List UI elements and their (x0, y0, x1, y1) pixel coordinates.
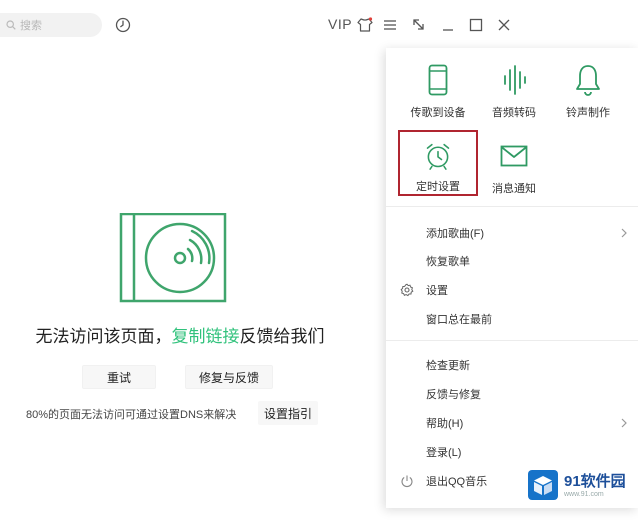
retry-button[interactable]: 重试 (82, 365, 156, 389)
alarm-clock-icon (426, 143, 450, 170)
search-input[interactable]: 搜索 (0, 13, 102, 37)
menu-grid-transfer-to-device[interactable]: 传歌到设备 (400, 52, 476, 128)
menu-item-restore-playlist[interactable]: 恢复歌单 (386, 248, 638, 274)
search-icon (6, 20, 16, 30)
dns-tip-text: 80%的页面无法访问可通过设置DNS来解决 (26, 409, 237, 421)
minimize-icon[interactable] (439, 16, 457, 34)
error-title-text: 无法访问该页面， (35, 327, 172, 346)
power-icon (401, 475, 413, 488)
box-icon (534, 476, 552, 495)
menu-item-label: 恢复歌单 (426, 256, 470, 268)
menu-item-label: 设置 (426, 285, 448, 297)
menu-item-always-on-top[interactable]: 窗口总在最前 (386, 306, 638, 332)
menu-item-label: 帮助(H) (426, 418, 464, 430)
menu-item-label: 添加歌曲(F) (426, 228, 485, 240)
phone-icon (428, 64, 448, 96)
error-title-suffix: 反馈给我们 (239, 327, 325, 346)
menu-item-label: 检查更新 (426, 360, 470, 372)
menu-grid-label: 消息通知 (492, 183, 536, 195)
copy-link[interactable]: 复制链接 (172, 327, 240, 346)
menu-item-login[interactable]: 登录(L) (386, 439, 638, 465)
close-icon[interactable] (495, 16, 513, 34)
menu-item-label: 窗口总在最前 (426, 314, 492, 326)
menu-grid-label: 传歌到设备 (410, 107, 466, 119)
menu-grid-label: 定时设置 (416, 181, 460, 193)
bell-icon (576, 65, 600, 96)
menu-item-feedback-repair[interactable]: 反馈与修复 (386, 381, 638, 407)
error-title: 无法访问该页面，复制链接反馈给我们 (0, 322, 360, 347)
maximize-icon[interactable] (467, 16, 485, 34)
main-dropdown-menu: 传歌到设备 音频转码 铃声制作 定时设置 消息通知 添加歌曲(F) 恢复歌单 设… (386, 48, 638, 508)
menu-item-label: 反馈与修复 (426, 389, 481, 401)
mini-mode-icon[interactable] (410, 16, 428, 34)
main-menu-icon[interactable] (381, 16, 399, 34)
vip-button[interactable]: VIP (328, 16, 352, 32)
repair-feedback-button[interactable]: 修复与反馈 (185, 365, 273, 389)
waveform-icon (504, 65, 526, 95)
cd-illustration-icon (119, 213, 227, 303)
menu-grid-timer-setting[interactable]: 定时设置 (398, 130, 478, 196)
menu-grid-label: 音频转码 (492, 107, 536, 119)
watermark-logo (528, 470, 558, 500)
menu-divider (386, 340, 638, 341)
menu-grid-ringtone-maker[interactable]: 铃声制作 (550, 52, 626, 128)
menu-grid-message-notification[interactable]: 消息通知 (476, 128, 552, 204)
search-placeholder: 搜索 (20, 20, 42, 32)
menu-item-settings[interactable]: 设置 (386, 277, 638, 303)
menu-grid-label: 铃声制作 (566, 107, 610, 119)
menu-item-label: 退出QQ音乐 (426, 476, 488, 488)
menu-item-help[interactable]: 帮助(H) (386, 410, 638, 436)
chevron-right-icon (621, 418, 627, 428)
gear-icon (400, 283, 414, 297)
history-icon[interactable] (114, 16, 132, 34)
menu-item-add-songs[interactable]: 添加歌曲(F) (386, 220, 638, 246)
chevron-right-icon (621, 228, 627, 238)
menu-item-label: 登录(L) (426, 447, 462, 459)
setup-guide-button[interactable]: 设置指引 (258, 401, 318, 425)
mail-icon (500, 145, 528, 167)
menu-grid-audio-convert[interactable]: 音频转码 (476, 52, 552, 128)
watermark-url: www.91.com (564, 491, 604, 498)
watermark-name: 91软件园 (564, 473, 626, 490)
menu-divider (386, 206, 638, 207)
skin-icon[interactable] (356, 16, 374, 34)
menu-item-check-updates[interactable]: 检查更新 (386, 352, 638, 378)
watermark: 91软件园 www.91.com (522, 468, 638, 506)
